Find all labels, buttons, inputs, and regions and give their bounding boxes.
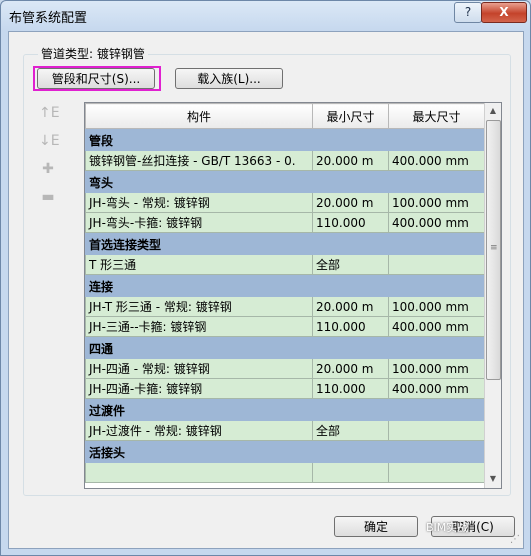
category-label: 连接 — [85, 274, 485, 297]
max-size-cell[interactable]: 400.000 mm — [388, 212, 485, 233]
min-size-cell[interactable]: 20.000 m — [312, 150, 389, 171]
routing-preferences-table: 构件 最小尺寸 最大尺寸 管段 镀锌钢管-丝扣连接 - GB/T 13663 -… — [84, 102, 502, 489]
component-cell[interactable]: JH-过渡件 - 常规: 镀锌钢 — [85, 420, 313, 441]
min-size-cell[interactable]: 全部 — [312, 420, 389, 441]
column-header-min-size[interactable]: 最小尺寸 — [312, 103, 389, 129]
category-row: 过渡件 — [85, 398, 485, 421]
pipe-type-label: 管道类型: 镀锌钢管 — [38, 45, 148, 62]
component-cell[interactable] — [85, 462, 313, 483]
category-label: 活接头 — [85, 440, 485, 463]
category-label: 过渡件 — [85, 398, 485, 421]
min-size-cell[interactable]: 20.000 m — [312, 358, 389, 379]
table-row[interactable] — [85, 462, 485, 483]
category-row: 管段 — [85, 128, 485, 151]
min-size-cell[interactable]: 20.000 m — [312, 192, 389, 213]
category-label: 首选连接类型 — [85, 232, 485, 255]
max-size-cell[interactable]: 100.000 mm — [388, 192, 485, 213]
remove-icon[interactable]: ▬ — [39, 188, 57, 206]
component-cell[interactable]: JH-四通 - 常规: 镀锌钢 — [85, 358, 313, 379]
component-cell[interactable]: JH-弯头-卡箍: 镀锌钢 — [85, 212, 313, 233]
category-label: 四通 — [85, 336, 485, 359]
table-row[interactable]: JH-四通-卡箍: 镀锌钢 110.000 400.000 mm — [85, 378, 485, 399]
component-cell[interactable]: JH-弯头 - 常规: 镀锌钢 — [85, 192, 313, 213]
component-cell[interactable]: 镀锌钢管-丝扣连接 - GB/T 13663 - 0. — [85, 150, 313, 171]
add-icon[interactable]: ✚ — [39, 160, 57, 178]
category-row: 弯头 — [85, 170, 485, 193]
max-size-cell[interactable]: 400.000 mm — [388, 378, 485, 399]
component-cell[interactable]: JH-T 形三通 - 常规: 镀锌钢 — [85, 296, 313, 317]
category-row: 活接头 — [85, 440, 485, 463]
max-size-cell[interactable]: 400.000 mm — [388, 150, 485, 171]
ok-button[interactable]: 确定 — [334, 516, 418, 537]
category-row: 连接 — [85, 274, 485, 297]
min-size-cell[interactable]: 110.000 — [312, 212, 389, 233]
max-size-cell[interactable]: 100.000 mm — [388, 358, 485, 379]
resize-grip-icon[interactable]: ⋰ — [510, 534, 520, 545]
min-size-cell[interactable]: 20.000 m — [312, 296, 389, 317]
vertical-scrollbar[interactable]: ▲ ≡ ▼ — [484, 103, 501, 488]
close-button[interactable]: X — [481, 2, 527, 23]
window-title: 布管系统配置 — [9, 11, 88, 26]
max-size-cell[interactable]: 400.000 mm — [388, 316, 485, 337]
component-cell[interactable]: JH-四通-卡箍: 镀锌钢 — [85, 378, 313, 399]
watermark: BIM实战 — [426, 521, 469, 534]
min-size-cell[interactable] — [312, 462, 389, 483]
table-row[interactable]: T 形三通 全部 — [85, 254, 485, 275]
table-row[interactable]: JH-三通--卡箍: 镀锌钢 110.000 400.000 mm — [85, 316, 485, 337]
dialog-window: 布管系统配置 ? X 管道类型: 镀锌钢管 管段和尺寸(S)... 载入族(L)… — [0, 0, 531, 556]
load-family-button[interactable]: 载入族(L)... — [175, 68, 283, 89]
category-label: 管段 — [85, 128, 485, 151]
scroll-up-arrow-icon[interactable]: ▲ — [485, 103, 501, 119]
max-size-cell[interactable] — [388, 420, 485, 441]
max-size-cell[interactable]: 100.000 mm — [388, 296, 485, 317]
dialog-client-area: 管道类型: 镀锌钢管 管段和尺寸(S)... 载入族(L)... ↑E ↓E ✚… — [8, 31, 524, 549]
table-row[interactable]: JH-T 形三通 - 常规: 镀锌钢 20.000 m 100.000 mm — [85, 296, 485, 317]
segments-and-sizes-button[interactable]: 管段和尺寸(S)... — [37, 68, 155, 89]
category-row: 四通 — [85, 336, 485, 359]
table-row[interactable]: JH-弯头 - 常规: 镀锌钢 20.000 m 100.000 mm — [85, 192, 485, 213]
move-down-icon[interactable]: ↓E — [39, 132, 60, 150]
category-label: 弯头 — [85, 170, 485, 193]
max-size-cell[interactable] — [388, 254, 485, 275]
scroll-down-arrow-icon[interactable]: ▼ — [485, 471, 501, 487]
column-header-component[interactable]: 构件 — [85, 103, 313, 129]
grip-icon: ≡ — [490, 243, 498, 253]
component-cell[interactable]: JH-三通--卡箍: 镀锌钢 — [85, 316, 313, 337]
max-size-cell[interactable] — [388, 462, 485, 483]
category-row: 首选连接类型 — [85, 232, 485, 255]
min-size-cell[interactable]: 110.000 — [312, 378, 389, 399]
component-cell[interactable]: T 形三通 — [85, 254, 313, 275]
table-row[interactable]: 镀锌钢管-丝扣连接 - GB/T 13663 - 0. 20.000 m 400… — [85, 150, 485, 171]
min-size-cell[interactable]: 全部 — [312, 254, 389, 275]
table-row[interactable]: JH-四通 - 常规: 镀锌钢 20.000 m 100.000 mm — [85, 358, 485, 379]
table-row[interactable]: JH-过渡件 - 常规: 镀锌钢 全部 — [85, 420, 485, 441]
help-button[interactable]: ? — [454, 2, 482, 23]
move-up-icon[interactable]: ↑E — [39, 104, 60, 122]
scrollbar-thumb[interactable]: ≡ — [486, 120, 501, 380]
table-row[interactable]: JH-弯头-卡箍: 镀锌钢 110.000 400.000 mm — [85, 212, 485, 233]
min-size-cell[interactable]: 110.000 — [312, 316, 389, 337]
column-header-max-size[interactable]: 最大尺寸 — [388, 103, 485, 129]
